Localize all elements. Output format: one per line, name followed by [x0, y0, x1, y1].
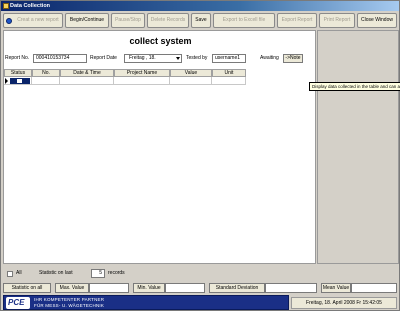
- toolbar: Creat a new report Begin/Continue Pause/…: [1, 13, 399, 28]
- report-no-label: Report No.: [5, 55, 30, 61]
- export-excel-button[interactable]: Export to Excell file: [213, 13, 275, 28]
- mean-value-field: [351, 283, 397, 293]
- chevron-down-icon: [176, 57, 180, 60]
- table-cell[interactable]: [32, 77, 60, 85]
- statistic-on-all-button[interactable]: Statistic on all: [3, 283, 51, 293]
- report-date-value: Freitag , 18.: [129, 55, 156, 61]
- last-count-field[interactable]: 5: [91, 269, 105, 278]
- records-label: records: [108, 270, 125, 276]
- pce-logo: PCE IHR KOMPETENTER PARTNER FÜR MESS- U.…: [3, 295, 289, 310]
- all-label: All: [16, 270, 22, 276]
- report-date-label: Report Date: [90, 55, 117, 61]
- all-checkbox[interactable]: [7, 271, 13, 277]
- awaiting-label: Awaiting: [260, 55, 279, 61]
- radio-icon: [6, 18, 12, 24]
- export-report-button[interactable]: Export Report: [277, 13, 317, 28]
- report-date-picker[interactable]: Freitag , 18.: [124, 54, 182, 63]
- pause-stop-button[interactable]: Pause/Stop: [111, 13, 145, 28]
- table-cell[interactable]: [60, 77, 114, 85]
- data-collection-window: Data Collection Creat a new report Begin…: [0, 0, 400, 311]
- table-cell[interactable]: [170, 77, 212, 85]
- statistics-options: All Statistic on last 5 records: [1, 267, 399, 280]
- mean-value-label: Mean Value: [321, 283, 351, 293]
- status-bar-datetime: Freitag, 18. April 2008 Fr 15:42:05: [291, 297, 397, 309]
- data-table[interactable]: Status No. Date & Time Project Name Valu…: [4, 69, 246, 85]
- std-dev-field: [265, 283, 317, 293]
- close-window-button[interactable]: Close Window: [357, 13, 397, 28]
- title-bar: Data Collection: [1, 1, 399, 11]
- column-header-status[interactable]: Status: [4, 69, 32, 77]
- print-report-button[interactable]: Print Report: [319, 13, 355, 28]
- column-header-no[interactable]: No.: [32, 69, 60, 77]
- data-panel: collect system Report No. 000410153734 R…: [3, 30, 316, 264]
- begin-continue-button[interactable]: Begin/Continue: [65, 13, 109, 28]
- max-value-field: [89, 283, 129, 293]
- pce-logo-mark: PCE: [6, 297, 30, 309]
- app-icon: [3, 3, 9, 9]
- note-panel[interactable]: [317, 30, 399, 264]
- tested-by-label: Tested by: [186, 55, 208, 61]
- row-pointer-icon: [5, 78, 8, 84]
- table-cell[interactable]: [114, 77, 170, 85]
- std-dev-label: Standard Deviation: [209, 283, 265, 293]
- tested-by-field[interactable]: username1: [212, 54, 246, 63]
- table-tooltip: Display data collected in the table and …: [309, 82, 400, 91]
- note-button[interactable]: ->Note: [283, 54, 303, 63]
- max-value-label: Max. Value: [55, 283, 89, 293]
- footer: PCE IHR KOMPETENTER PARTNER FÜR MESS- U.…: [1, 294, 399, 311]
- column-header-date-time[interactable]: Date & Time: [60, 69, 114, 77]
- window-title: Data Collection: [10, 3, 51, 9]
- save-button[interactable]: Save: [191, 13, 211, 28]
- status-indicator[interactable]: [10, 78, 30, 84]
- statistic-on-last-label: Statistic on last: [39, 270, 73, 276]
- delete-records-button[interactable]: Delete Records: [147, 13, 189, 28]
- column-header-project-name[interactable]: Project Name: [114, 69, 170, 77]
- min-value-field: [165, 283, 205, 293]
- column-header-unit[interactable]: Unit: [212, 69, 246, 77]
- min-value-label: Min. Value: [133, 283, 165, 293]
- column-header-value[interactable]: Value: [170, 69, 212, 77]
- slogan-line-2: FÜR MESS- U. WÄGETECHNIK: [34, 303, 105, 308]
- form-title: collect system: [129, 36, 192, 46]
- create-new-report-button[interactable]: Creat a new report: [3, 13, 63, 28]
- report-no-field[interactable]: 000410153734: [33, 54, 87, 63]
- table-cell[interactable]: [212, 77, 246, 85]
